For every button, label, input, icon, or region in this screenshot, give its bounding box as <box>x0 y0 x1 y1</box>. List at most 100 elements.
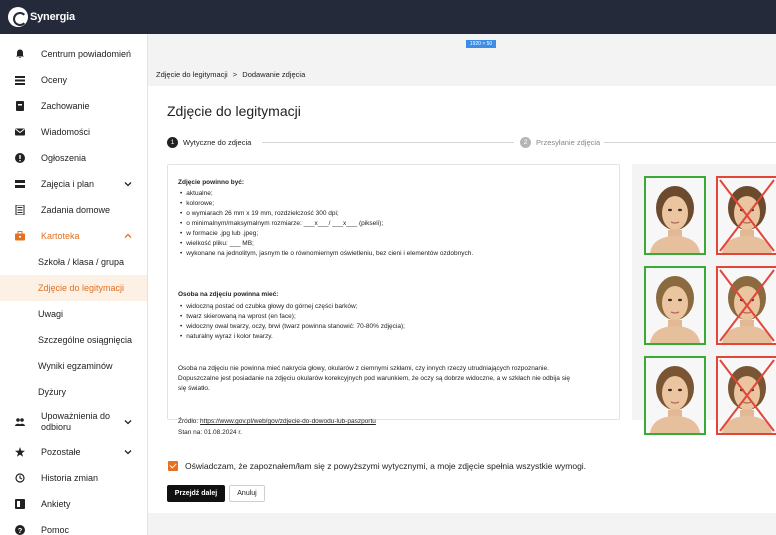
guidelines-heading: Osoba na zdjęciu powinna mieć: <box>178 291 279 298</box>
sidebar-item-exam-results[interactable]: Wyniki egzaminów <box>0 353 147 379</box>
guidelines-note: Osoba na zdjęciu nie powinna mieć nakryc… <box>178 364 614 394</box>
list-item: aktualne; <box>180 189 473 199</box>
note-line: Osoba na zdjęciu nie powinna mieć nakryc… <box>178 365 549 372</box>
sidebar-item-label: Ogłoszenia <box>41 152 87 163</box>
sidebar-item-records[interactable]: Kartoteka <box>0 223 147 249</box>
sidebar-item-announcements[interactable]: Ogłoszenia <box>0 145 147 171</box>
example-photo-invalid <box>716 176 776 255</box>
logo-text: Synergia <box>30 11 75 23</box>
sidebar-item-label: Zadania domowe <box>41 204 111 215</box>
step-connector <box>262 142 514 143</box>
sidebar-item-label: Ankiety <box>41 498 71 509</box>
step-number: 1 <box>167 137 178 148</box>
sidebar-item-id-photo[interactable]: Zdjęcie do legitymacji <box>0 275 147 301</box>
sidebar-item-label: Zdjęcie do legitymacji <box>38 282 125 293</box>
sidebar-item-homework[interactable]: Zadania domowe <box>0 197 147 223</box>
breadcrumb: Zdjęcie do legitymacji > Dodawanie zdjęc… <box>156 70 305 79</box>
list-item: wielkość pliku: ___ MB; <box>180 239 473 249</box>
sidebar-item-messages[interactable]: Wiadomości <box>0 119 147 145</box>
consent-label: Oświadczam, że zapoznałem/łam się z powy… <box>185 461 587 471</box>
sidebar-item-change-history[interactable]: Historia zmian <box>0 465 147 491</box>
badge-icon <box>16 101 24 111</box>
sidebar-item-label: Pomoc <box>41 524 70 535</box>
guidelines-list: aktualne; kolorowe; o wymiarach 26 mm x … <box>180 189 473 259</box>
guidelines-source: Źródło: https://www.gov.pl/web/gov/zdjec… <box>178 417 376 427</box>
chevron-down-icon[interactable] <box>124 448 132 456</box>
alert-icon <box>15 153 25 163</box>
sidebar-item-label: Uwagi <box>38 308 64 319</box>
list-item: o wymiarach 26 mm x 19 mm, rozdzielczość… <box>180 209 473 219</box>
sidebar-item-surveys[interactable]: Ankiety <box>0 491 147 517</box>
breadcrumb-current: Dodawanie zdjęcia <box>242 70 306 79</box>
note-line: się światło. <box>178 385 210 392</box>
step-connector <box>604 142 776 143</box>
list-item: w formacie .jpg lub .jpeg; <box>180 229 473 239</box>
breadcrumb-separator: > <box>232 70 238 79</box>
guidelines-heading: Zdjęcie powinno być: <box>178 179 245 186</box>
sidebar-item-behavior[interactable]: Zachowanie <box>0 93 147 119</box>
step-guidelines: 1 Wytyczne do zdjecia <box>167 137 251 148</box>
schedule-icon <box>15 180 25 188</box>
example-photo-invalid <box>716 356 776 435</box>
cancel-button[interactable]: Anuluj <box>229 485 265 502</box>
help-icon: ? <box>15 525 25 535</box>
list-item: widoczny owal twarzy, oczy, brwi (twarz … <box>180 322 405 332</box>
example-photo-valid <box>644 266 706 345</box>
next-button[interactable]: Przejdź dalej <box>167 485 225 502</box>
bell-icon <box>16 49 24 59</box>
sidebar-item-help[interactable]: ? Pomoc <box>0 517 147 535</box>
guidelines-date: Stan na: 01.08.2024 r. <box>178 429 242 436</box>
list-item: naturalny wyraz i kolor twarzy. <box>180 332 405 342</box>
sidebar-item-grades[interactable]: Oceny <box>0 67 147 93</box>
page-title: Zdjęcie do legitymacji <box>167 103 301 119</box>
sidebar-item-schedule[interactable]: Zajęcia i plan <box>0 171 147 197</box>
sidebar-item-label: Wyniki egzaminów <box>38 360 113 371</box>
sidebar-item-notifications[interactable]: Centrum powiadomień <box>0 41 147 67</box>
survey-icon <box>15 499 25 509</box>
step-upload: 2 Przesyłanie zdjęcia <box>520 137 600 148</box>
star-icon <box>15 447 25 457</box>
sidebar-item-duties[interactable]: Dyżury <box>0 379 147 405</box>
sidebar-item-label: Pozostałe <box>41 446 81 457</box>
resolution-badge: 1920 × 50 <box>466 40 496 48</box>
sidebar-item-label: Wiadomości <box>41 126 91 137</box>
history-icon <box>15 473 25 483</box>
sidebar: Centrum powiadomień Oceny Zachowanie Wia… <box>0 34 148 535</box>
example-photo-invalid <box>716 266 776 345</box>
sidebar-item-school-class-group[interactable]: Szkoła / klasa / grupa <box>0 249 147 275</box>
source-link[interactable]: https://www.gov.pl/web/gov/zdjecie-do-do… <box>200 418 376 425</box>
people-icon <box>15 418 25 426</box>
breadcrumb-parent[interactable]: Zdjęcie do legitymacji <box>156 70 228 79</box>
list-item: kolorowe; <box>180 199 473 209</box>
sidebar-item-label: Dyżury <box>38 386 67 397</box>
example-photos-panel <box>632 164 776 435</box>
consent-checkbox-row[interactable]: Oświadczam, że zapoznałem/łam się z powy… <box>168 461 586 471</box>
step-label: Przesyłanie zdjęcia <box>536 138 601 147</box>
chevron-up-icon[interactable] <box>124 232 132 240</box>
sidebar-item-pickup-authorizations[interactable]: Upoważnienia do odbioru <box>0 407 147 437</box>
synergia-logo-mark <box>8 7 28 27</box>
synergia-logo[interactable]: Synergia <box>8 7 75 27</box>
chevron-down-icon[interactable] <box>124 180 132 188</box>
sidebar-item-label: Kartoteka <box>41 230 80 241</box>
sidebar-item-label: Upoważnienia do odbioru <box>41 411 111 432</box>
sidebar-item-label: Historia zmian <box>41 472 99 483</box>
example-photo-valid <box>644 176 706 255</box>
step-label: Wytyczne do zdjecia <box>183 138 252 147</box>
example-photo-valid <box>644 356 706 435</box>
list-item: widoczną postać od czubka głowy do górne… <box>180 302 405 312</box>
sidebar-item-label: Centrum powiadomień <box>41 48 132 59</box>
step-number: 2 <box>520 137 531 148</box>
list-icon <box>15 76 25 85</box>
homework-icon <box>15 205 25 215</box>
guidelines-list: widoczną postać od czubka głowy do górne… <box>180 302 405 342</box>
sidebar-item-achievements[interactable]: Szczególne osiągnięcia <box>0 327 147 353</box>
sidebar-item-other[interactable]: Pozostałe <box>0 439 147 465</box>
mail-icon <box>15 128 25 136</box>
list-item: twarz skierowaną na wprost (en face); <box>180 312 405 322</box>
sidebar-item-remarks[interactable]: Uwagi <box>0 301 147 327</box>
chevron-down-icon[interactable] <box>124 418 132 426</box>
sidebar-item-label: Szczególne osiągnięcia <box>38 334 133 345</box>
consent-checkbox[interactable] <box>168 461 178 471</box>
briefcase-icon <box>15 231 25 241</box>
